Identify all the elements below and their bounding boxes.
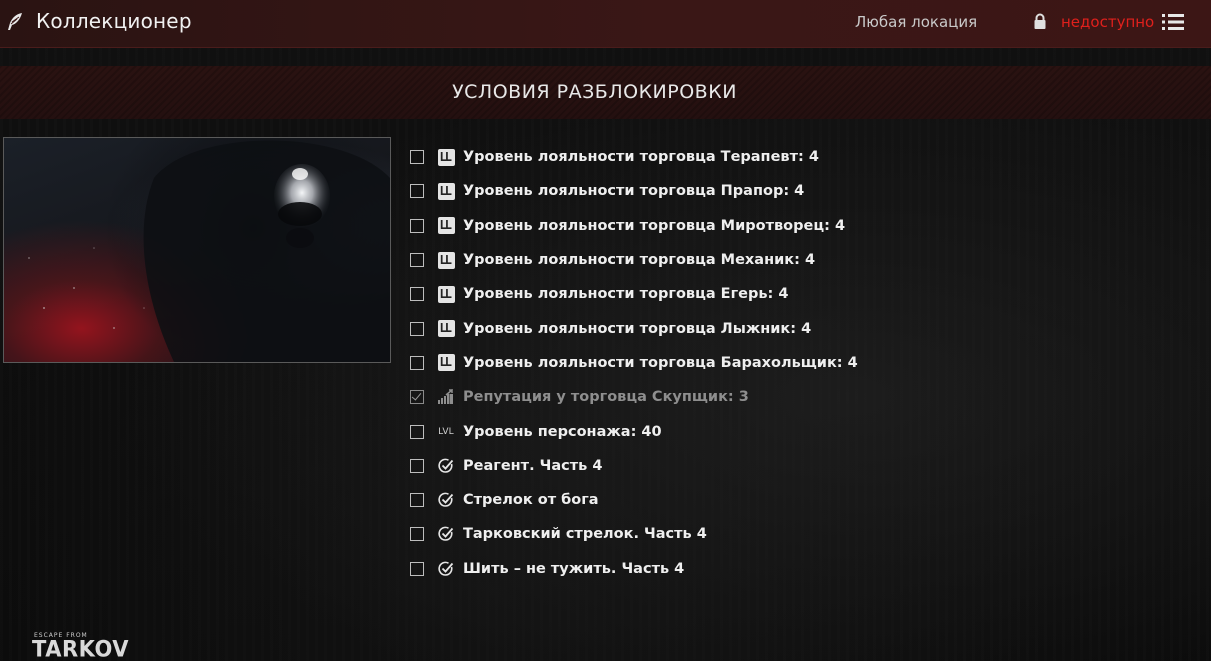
menu-list-icon[interactable] (1162, 12, 1184, 32)
requirement-fence-reputation: Репутация у торговца Скупщик: 3 (410, 380, 1190, 414)
loyalty-level-icon: LL (437, 251, 455, 269)
requirement-label: Уровень лояльности торговца Миротворец: … (463, 217, 846, 234)
quest-complete-icon (437, 560, 455, 578)
requirement-label: Уровень лояльности торговца Лыжник: 4 (463, 320, 812, 337)
quest-feather-icon (8, 13, 22, 30)
level-icon: LVL (438, 426, 454, 437)
requirement-checkbox (410, 458, 424, 473)
requirement-label: Уровень персонажа: 40 (463, 423, 662, 440)
requirement-label: Уровень лояльности торговца Егерь: 4 (463, 286, 789, 303)
requirement-checkbox (410, 424, 424, 439)
loyalty-level-icon: LL (437, 182, 455, 200)
requirement-label: Тарковский стрелок. Часть 4 (463, 526, 707, 543)
requirement-label: Репутация у торговца Скупщик: 3 (463, 389, 749, 406)
quest-page: Коллекционер Любая локация недоступно УС… (0, 0, 1211, 661)
requirement-therapist-loyalty: LL Уровень лояльности торговца Терапевт:… (410, 140, 1190, 174)
quest-complete-icon (437, 491, 455, 509)
requirement-checkbox (410, 184, 424, 199)
requirement-checkbox (410, 321, 424, 336)
loyalty-level-icon: LL (437, 354, 455, 372)
requirement-quest-tarkov-shooter: Тарковский стрелок. Часть 4 (410, 517, 1190, 551)
lock-icon (1034, 13, 1046, 29)
requirement-checkbox-checked (410, 390, 424, 405)
trader-portrait-image (3, 137, 391, 363)
unlock-conditions-header: УСЛОВИЯ РАЗБЛОКИРОВКИ (0, 66, 1211, 119)
loyalty-level-icon: LL (437, 217, 455, 235)
requirement-checkbox (410, 493, 424, 508)
requirement-character-level: LVL Уровень персонажа: 40 (410, 414, 1190, 448)
requirement-checkbox (410, 287, 424, 302)
quest-complete-icon (437, 525, 455, 543)
loyalty-level-icon: LL (437, 320, 455, 338)
requirement-checkbox (410, 527, 424, 542)
unlock-requirements-list: LL Уровень лояльности торговца Терапевт:… (410, 140, 1190, 586)
requirement-label: Уровень лояльности торговца Механик: 4 (463, 252, 816, 269)
requirement-peacekeeper-loyalty: LL Уровень лояльности торговца Миротворе… (410, 209, 1190, 243)
unlock-conditions-title: УСЛОВИЯ РАЗБЛОКИРОВКИ (452, 81, 737, 103)
requirement-quest-shooter-born: Стрелок от бога (410, 483, 1190, 517)
requirement-checkbox (410, 150, 424, 165)
requirement-quest-sew-it-good: Шить – не тужить. Часть 4 (410, 552, 1190, 586)
requirement-mechanic-loyalty: LL Уровень лояльности торговца Механик: … (410, 243, 1190, 277)
quest-status: недоступно (1061, 13, 1155, 31)
requirement-label: Уровень лояльности торговца Прапор: 4 (463, 183, 805, 200)
requirement-checkbox (410, 561, 424, 576)
requirement-prapor-loyalty: LL Уровень лояльности торговца Прапор: 4 (410, 174, 1190, 208)
logo-main-text: TARKOV (32, 636, 129, 661)
loyalty-level-icon: LL (437, 285, 455, 303)
requirement-quest-reagent: Реагент. Часть 4 (410, 449, 1190, 483)
requirement-jaeger-loyalty: LL Уровень лояльности торговца Егерь: 4 (410, 277, 1190, 311)
quest-header-bar: Коллекционер Любая локация недоступно (0, 0, 1211, 48)
requirement-label: Уровень лояльности торговца Барахольщик:… (463, 354, 858, 371)
requirement-fence-loyalty: LL Уровень лояльности торговца Барахольщ… (410, 346, 1190, 380)
requirement-checkbox (410, 253, 424, 268)
reputation-icon (437, 388, 455, 406)
quest-title: Коллекционер (36, 9, 192, 33)
requirement-checkbox (410, 355, 424, 370)
loyalty-level-icon: LL (437, 148, 455, 166)
game-logo: ESCAPE FROM TARKOV (30, 632, 129, 661)
requirement-label: Уровень лояльности торговца Терапевт: 4 (463, 149, 819, 166)
requirement-label: Реагент. Часть 4 (463, 457, 603, 474)
quest-location: Любая локация (855, 13, 978, 31)
requirement-label: Стрелок от бога (463, 492, 599, 509)
quest-complete-icon (437, 457, 455, 475)
requirement-checkbox (410, 218, 424, 233)
requirement-label: Шить – не тужить. Часть 4 (463, 560, 685, 577)
requirement-ragman-loyalty: LL Уровень лояльности торговца Лыжник: 4 (410, 311, 1190, 345)
